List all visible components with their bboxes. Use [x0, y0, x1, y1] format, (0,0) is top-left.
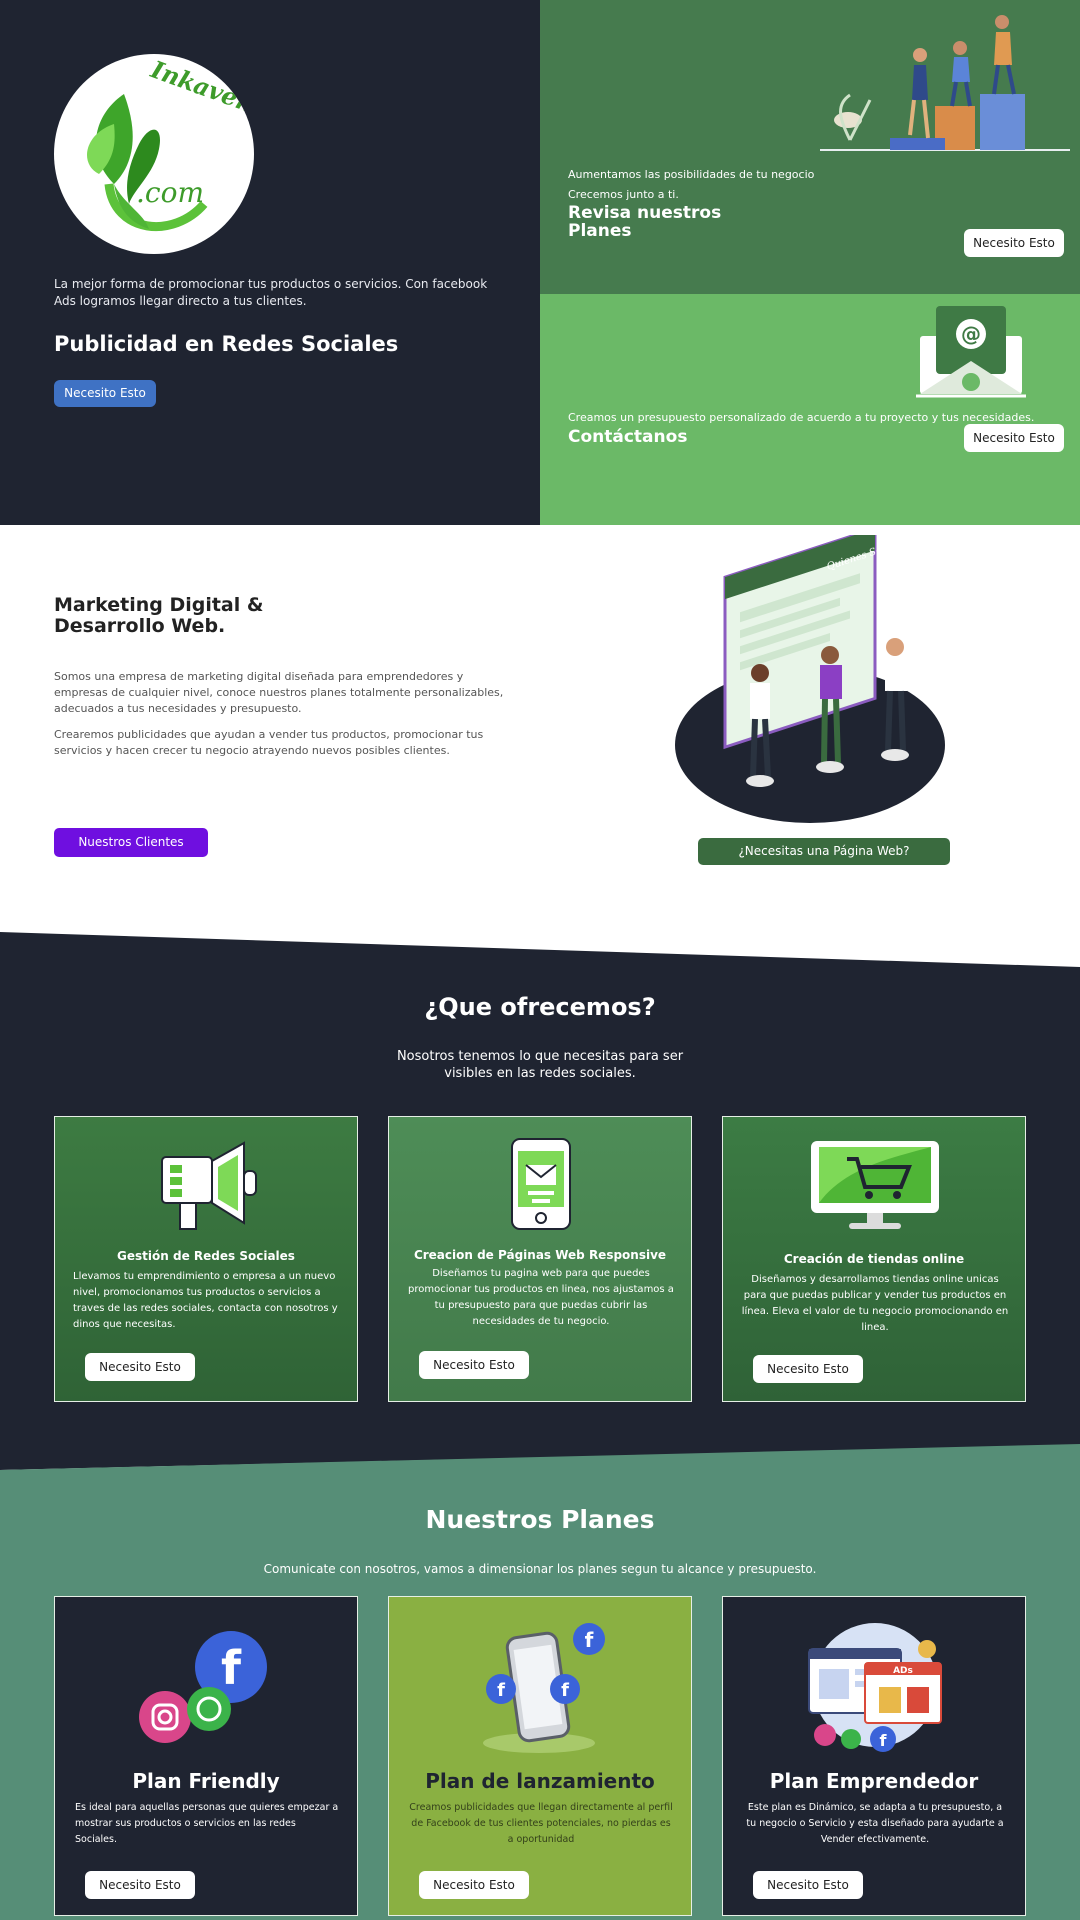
- plan-cta-button[interactable]: Necesito Esto: [419, 1871, 529, 1899]
- about-section: Marketing Digital & Desarrollo Web. Somo…: [0, 525, 1080, 935]
- plan-text: Este plan es Dinámico, se adapta a tu pr…: [746, 1802, 1004, 1845]
- plans-promo-panel: Aumentamos las posibilidades de tu negoc…: [540, 0, 1080, 294]
- service-text: Diseñamos y desarrollamos tiendas online…: [741, 1274, 1009, 1333]
- about-paragraph-1: Somos una empresa de marketing digital d…: [54, 670, 504, 715]
- svg-text:f: f: [561, 1680, 569, 1701]
- team-website-illustration-icon: Quienes Somos: [675, 535, 945, 823]
- plans-promo-line2: Crecemos junto a ti.: [568, 188, 679, 201]
- need-website-button[interactable]: ¿Necesitas una Página Web?: [698, 838, 950, 865]
- service-cta-button[interactable]: Necesito Esto: [419, 1351, 529, 1379]
- offer-subtitle: Nosotros tenemos lo que necesitas para s…: [396, 1049, 684, 1081]
- service-cta-button[interactable]: Necesito Esto: [753, 1355, 863, 1383]
- phone-facebook-icon: f f f: [483, 1623, 605, 1753]
- hero-cta-button[interactable]: Necesito Esto: [54, 380, 156, 407]
- service-cta-button[interactable]: Necesito Esto: [85, 1353, 195, 1381]
- service-card-online-stores: Creación de tiendas online Diseñamos y d…: [722, 1116, 1026, 1402]
- service-card-social-media: Gestión de Redes Sociales Llevamos tu em…: [54, 1116, 358, 1402]
- about-paragraph-2: Crearemos publicidades que ayudan a vend…: [54, 728, 484, 757]
- svg-text:f: f: [497, 1680, 505, 1701]
- contact-promo-panel: @ Creamos un presupuesto personalizado d…: [540, 294, 1080, 525]
- plan-title: Plan Emprendedor: [769, 1769, 979, 1793]
- offer-title: ¿Que ofrecemos?: [424, 993, 656, 1021]
- megaphone-icon: [161, 1141, 257, 1230]
- svg-text:@: @: [961, 322, 981, 346]
- plan-text: Creamos publicidades que llegan directam…: [409, 1802, 673, 1845]
- about-title: Marketing Digital & Desarrollo Web.: [54, 594, 264, 637]
- our-clients-button[interactable]: Nuestros Clientes: [54, 828, 208, 857]
- inkaven-logo[interactable]: Inkaven .com: [54, 54, 254, 254]
- service-title: Creación de tiendas online: [783, 1252, 965, 1266]
- plan-card-launch: f f f Plan de lanzamiento Creamos public…: [388, 1596, 692, 1916]
- hero-description: La mejor forma de promocionar tus produc…: [54, 277, 488, 308]
- logo-domain: .com: [136, 176, 204, 209]
- plan-title: Plan Friendly: [132, 1769, 280, 1793]
- plan-title: Plan de lanzamiento: [425, 1769, 655, 1793]
- service-card-web-pages: Creacion de Páginas Web Responsive Diseñ…: [388, 1116, 692, 1402]
- plan-card-friendly: f Plan Friendly Es ideal para aquellas p…: [54, 1596, 358, 1916]
- service-text: Diseñamos tu pagina web para que puedes …: [408, 1268, 674, 1327]
- mobile-mail-icon: [511, 1138, 571, 1230]
- service-title: Gestión de Redes Sociales: [117, 1249, 295, 1263]
- hero-main-panel: Inkaven .com La mejor forma de promocion…: [0, 0, 540, 525]
- online-ads-store-icon: ADs f: [808, 1623, 942, 1752]
- contact-promo-text: Creamos un presupuesto personalizado de …: [568, 411, 1035, 424]
- svg-text:f: f: [585, 1628, 594, 1652]
- social-media-bubbles-icon: f: [139, 1631, 267, 1743]
- plan-cta-button[interactable]: Necesito Esto: [753, 1871, 863, 1899]
- contact-promo-button[interactable]: Necesito Esto: [964, 424, 1064, 452]
- svg-text:f: f: [880, 1731, 888, 1750]
- hero-section: Inkaven .com La mejor forma de promocion…: [0, 0, 1080, 525]
- plan-card-entrepreneur: ADs f Plan Emprendedor Este plan es Diná…: [722, 1596, 1026, 1916]
- plans-subtitle: Comunicate con nosotros, vamos a dimensi…: [263, 1562, 817, 1576]
- team-climbing-illustration-icon: [820, 15, 1070, 151]
- ads-badge: ADs: [893, 1666, 913, 1676]
- shopping-cart-monitor-icon: [811, 1141, 939, 1229]
- plans-title: Nuestros Planes: [425, 1505, 655, 1534]
- svg-text:f: f: [221, 1641, 242, 1695]
- email-envelope-icon: @: [916, 306, 1026, 398]
- plans-promo-title: Revisa nuestros Planes: [568, 203, 722, 241]
- service-text: Llevamos tu emprendimiento o empresa a u…: [73, 1271, 338, 1330]
- contact-promo-title: Contáctanos: [568, 427, 688, 447]
- plan-text: Es ideal para aquellas personas que quie…: [75, 1802, 339, 1845]
- plans-promo-line1: Aumentamos las posibilidades de tu negoc…: [568, 168, 815, 181]
- plans-promo-button[interactable]: Necesito Esto: [964, 229, 1064, 257]
- hero-headline: Publicidad en Redes Sociales: [54, 332, 399, 356]
- plan-cta-button[interactable]: Necesito Esto: [85, 1871, 195, 1899]
- service-title: Creacion de Páginas Web Responsive: [413, 1248, 667, 1262]
